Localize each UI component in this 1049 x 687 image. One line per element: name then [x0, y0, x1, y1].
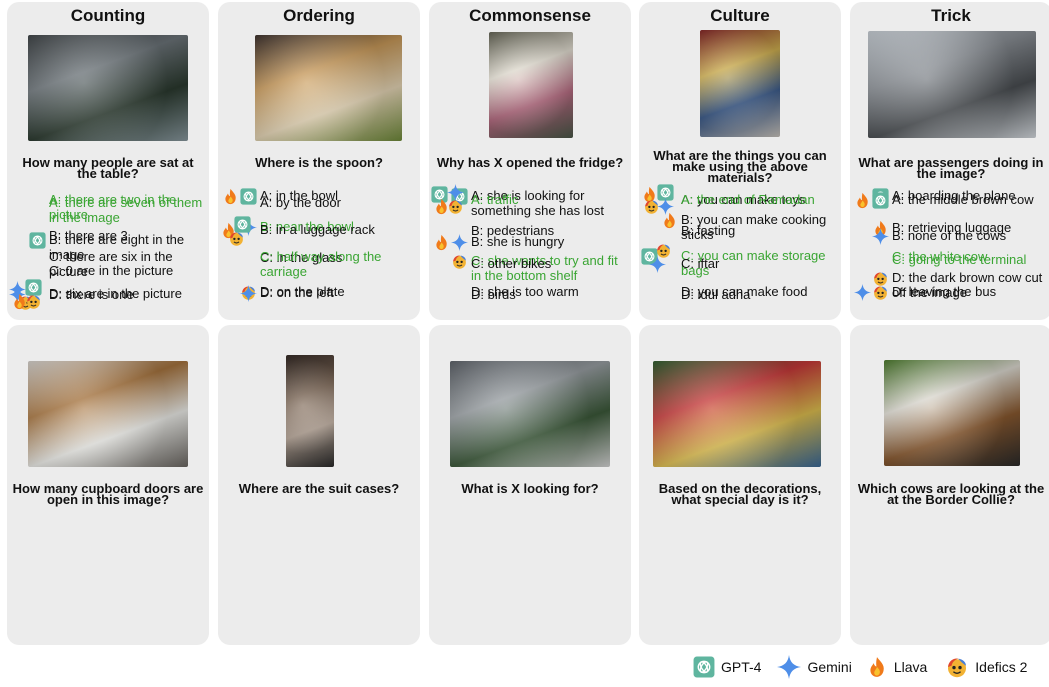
answer-option: A: the end of Ramadan — [639, 192, 841, 207]
answer-text: B: there are 3 — [49, 228, 128, 243]
kitchen-photo — [28, 361, 188, 467]
answer-text: D: there is one — [49, 287, 134, 302]
question-text: Where is the spoon? — [255, 155, 383, 170]
gpt4-icon — [693, 656, 715, 678]
correct-answer-text: C: half way along the carriage — [260, 249, 382, 279]
answer-text: D: birds — [471, 287, 516, 302]
category-title: Culture — [710, 6, 770, 25]
question-card: Culture What are the things you can make … — [639, 2, 841, 320]
category-title: Ordering — [283, 6, 355, 25]
idefics-icon — [447, 198, 464, 215]
legend-label-idefics: Idefics 2 — [975, 659, 1028, 675]
correct-answer-text: C: the white cow — [892, 249, 988, 264]
answer-text: D: the dark brown cow cut off the image — [892, 270, 1043, 300]
answer-option: A: there are two in the picture — [7, 192, 209, 222]
people-at-laptops-photo — [28, 35, 188, 141]
answer-option: B: fasting — [639, 223, 841, 238]
cows-dog-photo — [884, 360, 1020, 466]
mall-decorations-photo — [653, 361, 821, 467]
answer-option: A: the middle brown cow — [850, 192, 1049, 220]
llava-icon — [866, 655, 888, 679]
question-text: What are the things you can make using t… — [653, 148, 827, 185]
answer-option: B: there are 3 — [7, 228, 209, 243]
answer-text: A: by the door — [260, 195, 341, 210]
street-cyclist-photo — [450, 361, 610, 467]
answer-option: D: idul adha — [639, 287, 841, 302]
answer-text: A: the middle brown cow — [892, 192, 1034, 207]
answer-option: C: there are six in the picture — [7, 249, 209, 279]
airplane-engine-photo — [868, 31, 1036, 138]
answer-option: B: pedestrians — [429, 223, 631, 238]
answer-text: B: fasting — [681, 223, 736, 238]
legend-label-gpt4: GPT-4 — [721, 659, 762, 675]
food-tray-photo — [255, 35, 402, 141]
gemini-icon — [657, 198, 674, 215]
answer-text: B: none of the cows — [892, 228, 1007, 243]
question-text: Which cows are looking at the at the Bor… — [857, 481, 1045, 507]
category-title: Trick — [931, 6, 971, 25]
answer-text: B: pedestrians — [471, 223, 555, 238]
gemini-icon — [240, 285, 257, 302]
answer-option: A: traffic — [429, 192, 631, 207]
question-text: What are passengers doing in the image? — [858, 155, 1044, 181]
idefics-icon — [872, 270, 889, 287]
answer-text: C: iftar — [681, 256, 720, 271]
question-text: What is X looking for? — [461, 481, 599, 496]
answer-text: D: idul adha — [681, 287, 751, 302]
correct-answer-text: A: traffic — [471, 192, 519, 207]
question-text: How many people are sat at the table? — [22, 155, 194, 181]
question-card: Commonsense Why has X opened the fridge? A… — [429, 2, 631, 320]
answer-option: D: there is one — [7, 287, 209, 302]
correct-answer-text: A: there are two in the picture — [49, 192, 177, 222]
question-text: Where are the suit cases? — [238, 481, 400, 496]
gemini-icon — [777, 655, 801, 679]
idefics-icon — [228, 230, 245, 247]
question-text: Why has X opened the fridge? — [436, 155, 624, 170]
question-card: Which cows are looking at the at the Bor… — [850, 325, 1049, 645]
gpt4-icon — [872, 192, 889, 209]
correct-answer-text: A: the end of Ramadan — [681, 192, 815, 207]
answer-text: B: in a luggage rack — [260, 222, 375, 237]
answer-option: C: other bikes — [429, 256, 631, 271]
answer-option: A: by the door — [218, 195, 420, 210]
answer-option: C: half way along the carriage — [218, 249, 420, 279]
legend-label-gemini: Gemini — [807, 659, 852, 675]
fabric-patchwork-photo — [700, 30, 780, 137]
llava-icon — [854, 192, 871, 209]
question-text: How many cupboard doors are open in this… — [12, 481, 204, 507]
answer-option: C: iftar — [639, 256, 841, 271]
idefics-icon — [25, 293, 42, 310]
child-at-fridge-photo — [489, 32, 573, 138]
answer-option: D: the dark brown cow cut off the image — [850, 270, 1049, 300]
question-text: Based on the decorations, what special d… — [658, 481, 822, 507]
answer-text: C: other bikes — [471, 256, 552, 271]
answer-text: C: there are six in the picture — [49, 249, 173, 279]
answer-option: B: in a luggage rack — [218, 222, 420, 237]
answer-option: D: on the left — [218, 285, 420, 300]
answer-option: B: none of the cows — [850, 228, 1049, 243]
question-card: Where are the suit cases? A: by the door B… — [218, 195, 420, 645]
answer-option: C: the white cow — [850, 249, 1049, 264]
question-card: Based on the decorations, what special d… — [639, 325, 841, 645]
question-card: What is X looking for? A: traffic B: pedes… — [429, 325, 631, 645]
luggage-rack-photo — [286, 355, 334, 467]
answer-text: D: on the left — [260, 285, 334, 300]
idefics-icon — [945, 655, 969, 679]
legend-label-llava: Llava — [893, 659, 928, 675]
question-card: How many cupboard doors are open in this… — [7, 192, 209, 645]
answer-option: D: birds — [429, 287, 631, 302]
benchmark-grid: Counting How many people are sat at the t… — [7, 2, 1049, 645]
legend: GPT-4 Gemini Llava Idefics 2 — [693, 655, 1043, 679]
gemini-icon — [872, 228, 889, 245]
category-title: Commonsense — [469, 6, 591, 25]
category-title: Counting — [70, 6, 146, 25]
